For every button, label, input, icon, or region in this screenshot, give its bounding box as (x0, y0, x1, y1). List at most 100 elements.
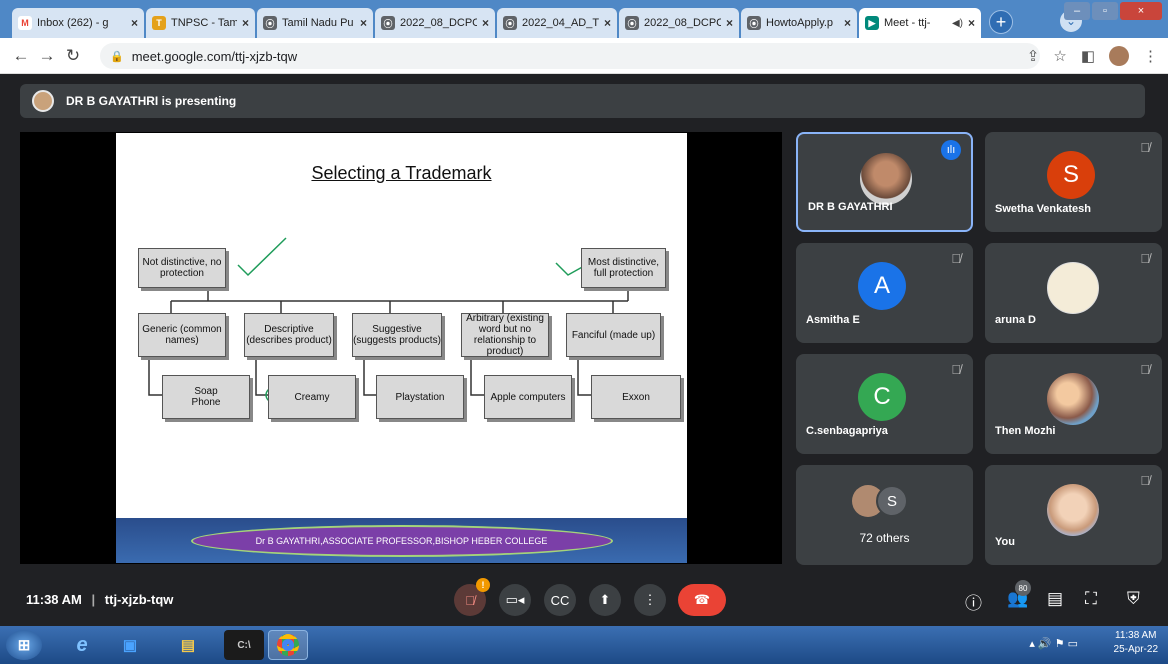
mic-off-icon: 🎙̸ (1140, 473, 1150, 488)
example-box: Creamy (268, 375, 356, 419)
browser-tab[interactable]: ⦿ Tamil Nadu Pu × (257, 8, 373, 38)
globe-icon: ⦿ (625, 16, 639, 30)
participant-tile[interactable]: A 🎙̸ Asmitha E (796, 243, 973, 343)
system-tray: ▴ 🔊 ⚑ ▭ 11:38 AM 25-Apr-22 (1029, 629, 1158, 657)
category-box: Fanciful (made up) (566, 313, 661, 357)
people-button[interactable]: 👥 80 (1007, 580, 1031, 609)
captions-button[interactable]: CC (544, 584, 576, 616)
meeting-code: ttj-xjzb-tqw (104, 592, 174, 607)
close-window-icon[interactable]: × (1120, 2, 1162, 20)
participant-name: Then Mozhi (995, 425, 1056, 437)
browser-tab[interactable]: ⦿ HowtoApply.p × (741, 8, 857, 38)
os-taskbar: ⊞ e ▣ ▤ C:\ ▴ 🔊 ⚑ ▭ 11:38 AM 25-Apr-22 (0, 626, 1168, 664)
browser-tab[interactable]: M Inbox (262) - g × (12, 8, 144, 38)
chat-icon[interactable]: ▤ (1047, 589, 1063, 609)
browser-tab-active[interactable]: ▶ Meet - ttj- ◀) × (859, 8, 981, 38)
maximize-icon[interactable]: ▫ (1092, 2, 1118, 20)
lock-icon[interactable]: 🔒 (110, 50, 124, 63)
close-tab-icon[interactable]: × (482, 16, 489, 30)
reload-icon[interactable]: ↻ (60, 46, 86, 66)
close-tab-icon[interactable]: × (360, 16, 367, 30)
menu-kebab-icon[interactable]: ⋮ (1143, 47, 1158, 65)
category-box: Generic (common names) (138, 313, 226, 357)
category-box: Suggestive (suggests products) (352, 313, 442, 357)
example-box: Apple computers (484, 375, 572, 419)
example-box: Soap Phone (162, 375, 250, 419)
present-screen-icon: ⬆ (599, 592, 611, 607)
internet-explorer-icon[interactable]: e (62, 630, 102, 660)
tray-icons[interactable]: ▴ 🔊 ⚑ ▭ (1029, 637, 1078, 651)
more-options-button[interactable]: ⋮ (634, 584, 666, 616)
speaking-indicator-icon: ılı (941, 140, 961, 160)
start-button-icon[interactable]: ⊞ (6, 630, 42, 660)
participant-avatar: A (858, 262, 906, 310)
close-tab-icon[interactable]: × (131, 16, 138, 30)
bookmark-star-icon[interactable]: ☆ (1053, 47, 1066, 65)
slide-footer-text: Dr B GAYATHRI,ASSOCIATE PROFESSOR,BISHOP… (190, 524, 613, 557)
leave-call-button[interactable]: ☎ (678, 584, 726, 616)
mic-off-icon: 🎙̸ (951, 251, 961, 266)
participant-tile[interactable]: 🎙̸ Then Mozhi (985, 354, 1162, 454)
close-tab-icon[interactable]: × (604, 16, 611, 30)
activities-icon[interactable]: ⛶ (1085, 589, 1097, 609)
example-box: Exxon (591, 375, 681, 419)
participant-photo (1047, 262, 1099, 314)
forward-icon[interactable]: → (34, 46, 60, 66)
close-tab-icon[interactable]: × (968, 16, 975, 30)
presenting-banner: DR B GAYATHRI is presenting (20, 84, 1145, 118)
camera-icon: ▭◂ (505, 592, 525, 607)
profile-avatar[interactable] (1109, 46, 1129, 66)
tab-label: HowtoApply.p (766, 17, 834, 29)
tray-time[interactable]: 11:38 AM (1114, 629, 1158, 643)
participant-avatar: C (858, 373, 906, 421)
globe-icon: ⦿ (503, 16, 517, 30)
participant-tile[interactable]: S 🎙̸ Swetha Venkatesh (985, 132, 1162, 232)
browser-tab[interactable]: ⦿ 2022_04_AD_T × (497, 8, 617, 38)
participant-name: DR B GAYATHRI (808, 201, 893, 213)
close-tab-icon[interactable]: × (242, 16, 249, 30)
others-tile[interactable]: S 72 others (796, 465, 973, 565)
meet-icon: ▶ (865, 16, 879, 30)
file-explorer-icon[interactable]: ▤ (168, 630, 208, 660)
participant-tile[interactable]: C 🎙̸ C.senbagapriya (796, 354, 973, 454)
close-tab-icon[interactable]: × (726, 16, 733, 30)
presentation-stage[interactable]: Selecting a Trademark Not distinctive, n… (20, 132, 782, 564)
participant-name: Swetha Venkatesh (995, 203, 1091, 215)
share-icon[interactable]: ⇪ (1027, 47, 1040, 65)
participant-tile[interactable]: 🎙̸ aruna D (985, 243, 1162, 343)
slide: Selecting a Trademark Not distinctive, n… (116, 133, 687, 563)
tab-label: Inbox (262) - g (37, 17, 109, 29)
minimize-icon[interactable]: ‒ (1064, 2, 1090, 20)
meeting-details-icon[interactable]: ⓘ (965, 589, 982, 614)
participant-photo (1047, 373, 1099, 425)
media-player-icon[interactable]: ▣ (110, 630, 150, 660)
presenter-avatar (32, 90, 54, 112)
url-field[interactable]: 🔒 meet.google.com/ttj-xjzb-tqw (100, 43, 1040, 69)
camera-toggle-button[interactable]: ▭◂ (499, 584, 531, 616)
browser-tab[interactable]: T TNPSC - Tamil × (146, 8, 255, 38)
tray-date[interactable]: 25-Apr-22 (1114, 643, 1158, 657)
command-prompt-icon[interactable]: C:\ (224, 630, 264, 660)
tab-label: 2022_08_DCPC (400, 17, 477, 29)
chrome-taskbar-icon[interactable] (268, 630, 308, 660)
presenting-label: DR B GAYATHRI is presenting (66, 94, 237, 108)
participant-tile[interactable]: ılı DR B GAYATHRI (796, 132, 973, 232)
side-panel-icon[interactable]: ◧ (1081, 47, 1095, 65)
tab-label: 2022_08_DCPC (644, 17, 721, 29)
browser-tab[interactable]: ⦿ 2022_08_DCPC × (619, 8, 739, 38)
present-button[interactable]: ⬆ (589, 584, 621, 616)
back-icon[interactable]: ← (8, 46, 34, 66)
host-controls-icon[interactable]: ⛨ (1127, 589, 1140, 609)
audio-playing-icon[interactable]: ◀) (952, 18, 963, 29)
tab-label: 2022_04_AD_T (522, 17, 599, 29)
browser-tab[interactable]: ⦿ 2022_08_DCPC × (375, 8, 495, 38)
new-tab-button[interactable]: + (989, 10, 1013, 34)
mic-toggle-button[interactable]: 🎙̸ ! (454, 578, 490, 616)
self-tile[interactable]: 🎙̸ You (985, 465, 1162, 565)
tnpsc-icon: T (152, 16, 166, 30)
close-tab-icon[interactable]: × (844, 16, 851, 30)
category-box: Arbitrary (existing word but no relation… (461, 313, 549, 357)
participant-name: Asmitha E (806, 314, 860, 326)
others-avatar: S (876, 485, 908, 517)
self-photo (1047, 484, 1099, 536)
